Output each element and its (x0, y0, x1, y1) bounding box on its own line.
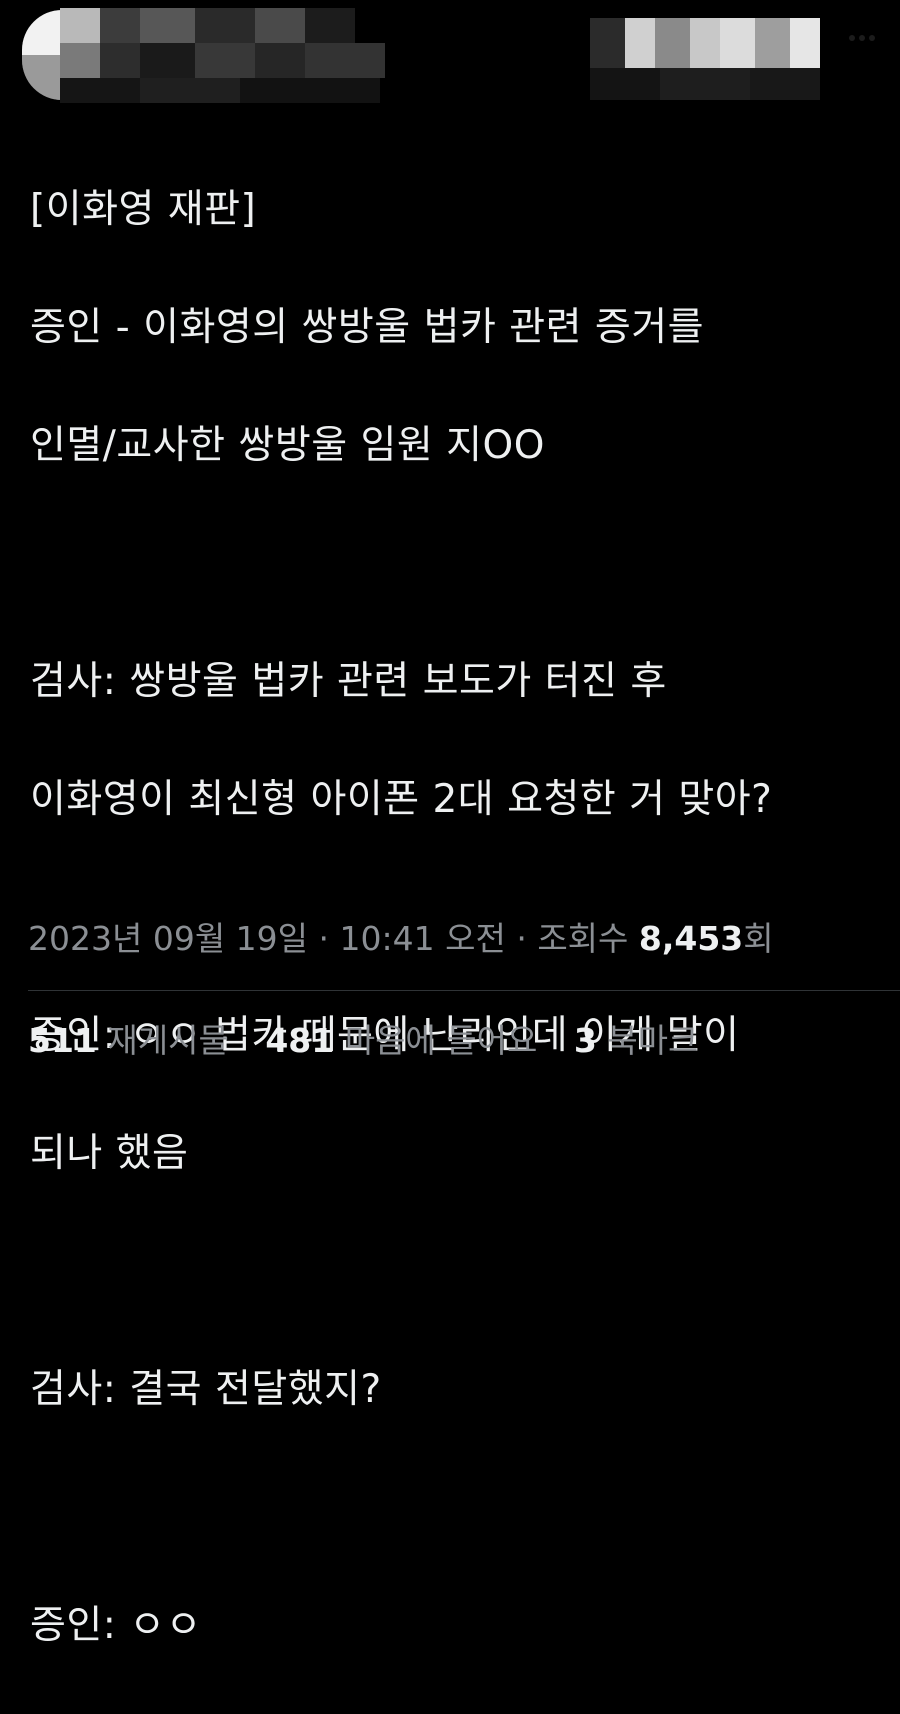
tweet-meta: 2023년 09월 19일 · 10:41 오전 · 조회수 8,453회 (28, 914, 774, 964)
likes-label: 마음에 들어요 (334, 1021, 538, 1060)
bookmarks-count: 3 (573, 1021, 597, 1060)
tweet-date[interactable]: 2023년 09월 19일 (28, 919, 308, 958)
retweets-stat[interactable]: 511 재게시물 (28, 1021, 229, 1060)
tweet-line: 되나 했음 (30, 1131, 189, 1176)
tweet-line: 검사: 결국 전달했지? (30, 1367, 382, 1412)
display-name-censored[interactable] (60, 8, 390, 103)
engagement-stats: 511 재게시물 481 마음에 들어요 3 북마크 (28, 1016, 724, 1066)
retweets-label: 재게시물 (96, 1021, 229, 1060)
more-options-icon[interactable] (848, 30, 876, 46)
bookmarks-stat[interactable]: 3 북마크 (574, 1021, 699, 1060)
handle-censored[interactable] (590, 18, 822, 100)
retweets-count: 511 (28, 1021, 97, 1060)
tweet-line: 검사: 쌍방울 법카 관련 보도가 터진 후 (30, 659, 667, 704)
meta-separator: · (505, 919, 538, 958)
divider (28, 990, 900, 991)
meta-separator: · (308, 919, 340, 958)
tweet-header (0, 0, 900, 115)
tweet-line: 인멸/교사한 쌍방울 임원 지OO (30, 423, 545, 468)
tweet-line: 증인 - 이화영의 쌍방울 법카 관련 증거를 (30, 305, 705, 350)
tweet-line: 증인: ㅇㅇ (30, 1603, 203, 1648)
views-count[interactable]: 8,453 (639, 919, 743, 958)
tweet-time[interactable]: 10:41 오전 (340, 919, 506, 958)
tweet-line: [이화영 재판] (30, 187, 257, 232)
likes-count: 481 (265, 1021, 335, 1060)
views-suffix: 회 (743, 919, 774, 958)
tweet-line: 이화영이 최신형 아이폰 2대 요청한 거 맞아? (30, 777, 773, 822)
bookmarks-label: 북마크 (596, 1021, 699, 1060)
views-label: 조회수 (537, 919, 639, 958)
likes-stat[interactable]: 481 마음에 들어요 (265, 1021, 537, 1060)
